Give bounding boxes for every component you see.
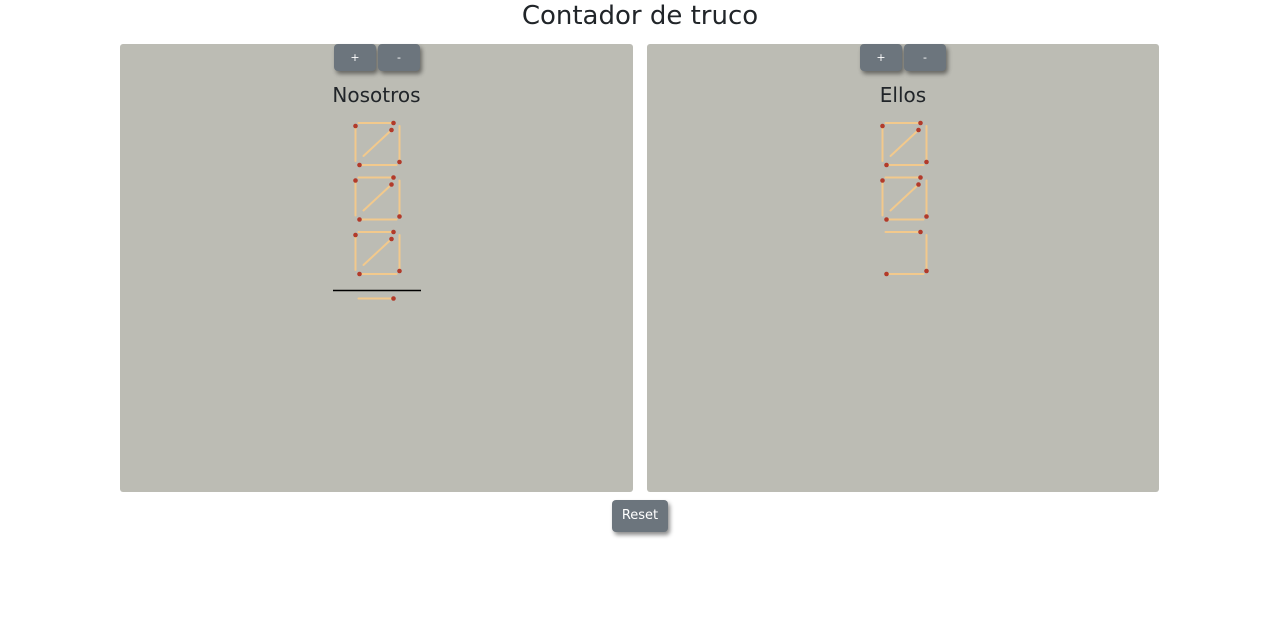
reset-button[interactable]: Reset: [612, 500, 668, 532]
match-head: [391, 229, 396, 235]
match-head: [924, 159, 929, 165]
team-panel-ellos: + - Ellos: [647, 44, 1159, 492]
match-head: [397, 159, 402, 165]
match-head: [353, 232, 358, 238]
match-head: [391, 175, 396, 180]
match-head: [880, 178, 885, 183]
match-head: [353, 123, 358, 129]
team-panel-nosotros: + - Nosotros: [120, 44, 633, 492]
match-head: [357, 271, 362, 277]
match-head: [884, 162, 889, 168]
match-head: [918, 175, 923, 180]
matchstick-score: [333, 120, 421, 301]
match-head: [397, 214, 402, 219]
match-head: [357, 217, 362, 222]
match-head: [397, 268, 402, 274]
matchstick-score: [880, 120, 929, 277]
match-head: [880, 123, 885, 129]
match-head: [353, 178, 358, 183]
match-head: [389, 236, 394, 242]
match-head: [389, 182, 394, 187]
matchstick-diagonal: [362, 183, 393, 212]
match-head: [916, 127, 921, 133]
match-head: [389, 127, 394, 133]
matchstick-diagonal: [889, 183, 920, 212]
matchstick-diagonal: [362, 238, 393, 266]
match-head: [916, 182, 921, 187]
match-head: [884, 271, 889, 277]
match-head: [918, 120, 923, 126]
match-head: [357, 162, 362, 168]
page-title: Contador de truco: [521, 1, 759, 31]
match-head: [924, 214, 929, 219]
match-head: [918, 229, 923, 235]
matchstick-diagonal: [362, 129, 393, 157]
match-head: [391, 120, 396, 126]
matchstick-diagonal: [889, 129, 920, 157]
match-head: [391, 296, 396, 301]
match-head: [924, 268, 929, 274]
match-head: [884, 217, 889, 222]
